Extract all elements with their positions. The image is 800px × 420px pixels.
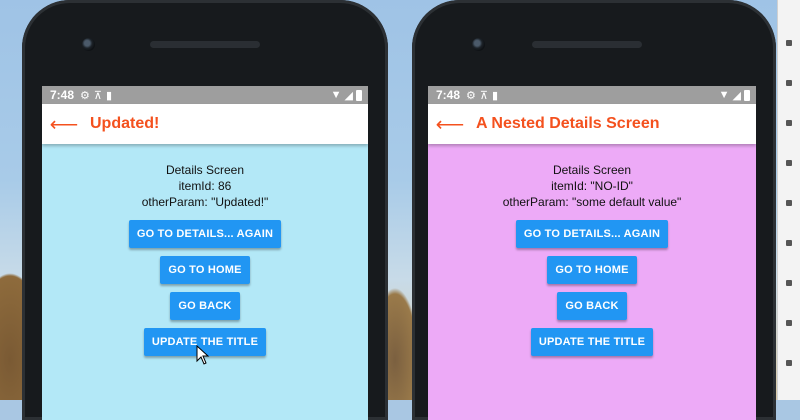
toolbar-icon[interactable]: [786, 80, 792, 86]
other-param-text: otherParam: "Updated!": [141, 195, 269, 209]
wifi-icon: ▼: [718, 89, 730, 101]
go-to-home-button[interactable]: GO TO HOME: [160, 256, 250, 284]
wifi-icon: ▼: [330, 89, 342, 101]
gear-icon: ⚙: [80, 89, 90, 102]
expo-icon: ⊼: [479, 89, 488, 102]
go-to-details-again-button[interactable]: GO TO DETAILS... AGAIN: [128, 220, 282, 248]
arrow-left-icon[interactable]: ⟵: [44, 112, 84, 137]
phone-right: 7:48 ⚙ ⊼ ▮ ▼ ◢ ⟵ A Nested Details Screen…: [412, 0, 776, 420]
expo-icon: ⊼: [93, 89, 102, 102]
item-id-text: itemId: 86: [178, 179, 232, 193]
toolbar-icon[interactable]: [786, 40, 792, 46]
app-header: ⟵ A Nested Details Screen: [428, 104, 756, 144]
battery-icon: [356, 89, 362, 101]
toolbar-icon[interactable]: [786, 360, 792, 366]
signal-icon: ◢: [344, 89, 353, 102]
app-header: ⟵ Updated!: [42, 104, 368, 144]
go-back-button[interactable]: GO BACK: [170, 292, 240, 320]
status-bar: 7:48 ⚙ ⊼ ▮ ▼ ◢: [428, 86, 756, 104]
status-time: 7:48: [436, 88, 461, 102]
battery-icon: [744, 89, 750, 101]
toolbar-icon[interactable]: [786, 120, 792, 126]
toolbar-icon[interactable]: [786, 200, 792, 206]
page-title: A Nested Details Screen: [476, 115, 660, 132]
screen-label: Details Screen: [552, 163, 632, 177]
toolbar-icon[interactable]: [786, 160, 792, 166]
gear-icon: ⚙: [466, 89, 476, 102]
camera-icon: [82, 38, 95, 51]
arrow-left-icon[interactable]: ⟵: [430, 112, 470, 137]
update-title-button[interactable]: UPDATE THE TITLE: [530, 328, 654, 356]
phone-screen: 7:48 ⚙ ⊼ ▮ ▼ ◢ ⟵ Updated! Details Screen…: [42, 86, 368, 420]
toolbar-icon[interactable]: [786, 280, 792, 286]
status-time: 7:48: [50, 88, 75, 102]
page-title: Updated!: [90, 115, 160, 132]
details-content: Details Screen itemId: 86 otherParam: "U…: [42, 144, 368, 420]
other-param-text: otherParam: "some default value": [502, 195, 682, 209]
side-toolbar: [777, 0, 800, 400]
item-id-text: itemId: "NO-ID": [551, 179, 633, 193]
toolbar-icon[interactable]: [786, 240, 792, 246]
go-to-home-button[interactable]: GO TO HOME: [547, 256, 637, 284]
go-to-details-again-button[interactable]: GO TO DETAILS... AGAIN: [515, 220, 669, 248]
signal-icon: ◢: [732, 89, 741, 102]
speaker-grille: [150, 41, 260, 48]
status-bar: 7:48 ⚙ ⊼ ▮ ▼ ◢: [42, 86, 368, 104]
toolbar-icon[interactable]: [786, 320, 792, 326]
details-content: Details Screen itemId: "NO-ID" otherPara…: [428, 144, 756, 420]
camera-icon: [472, 38, 485, 51]
speaker-grille: [532, 41, 642, 48]
screen-label: Details Screen: [165, 163, 245, 177]
sd-card-icon: ▮: [105, 89, 113, 102]
mouse-cursor-icon: [196, 345, 210, 365]
go-back-button[interactable]: GO BACK: [557, 292, 627, 320]
sd-card-icon: ▮: [491, 89, 499, 102]
phone-screen: 7:48 ⚙ ⊼ ▮ ▼ ◢ ⟵ A Nested Details Screen…: [428, 86, 756, 420]
